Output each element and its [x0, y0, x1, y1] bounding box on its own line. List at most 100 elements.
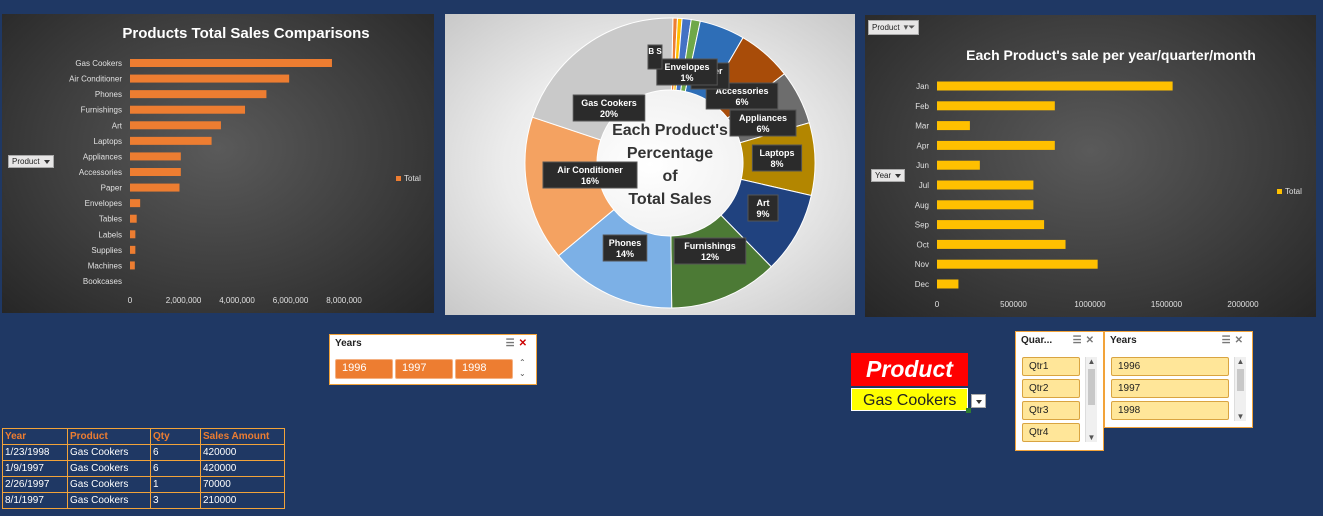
slicer-item-1997[interactable]: 1997	[1111, 379, 1229, 398]
quarters-scrollbar[interactable]: ▲ ▼	[1085, 357, 1097, 442]
multi-select-icon[interactable]: ☰	[506, 338, 519, 349]
slicer-item-1996[interactable]: 1996	[1111, 357, 1229, 376]
cell-product[interactable]: Gas Cookers	[67, 460, 151, 477]
category-label: Apr	[917, 141, 930, 150]
category-label: Supplies	[91, 246, 122, 255]
sales-data-table: Year Product Qty Sales Amount 1/23/1998 …	[2, 428, 285, 509]
data-label-name: Envelopes	[664, 62, 709, 72]
bar	[130, 90, 267, 99]
product-filter-button[interactable]: Product ▾⏷	[868, 20, 920, 35]
cell-qty[interactable]: 6	[150, 460, 201, 477]
cell-product[interactable]: Gas Cookers	[67, 476, 151, 493]
category-label: Bookcases	[83, 277, 122, 286]
multi-select-icon[interactable]: ☰	[1222, 335, 1235, 346]
years-scrollbar[interactable]: ▲ ▼	[1234, 357, 1246, 421]
slicer-item-1996[interactable]: 1996	[335, 359, 393, 379]
product-dropdown-button[interactable]	[971, 394, 986, 408]
product-heading: Product	[851, 353, 968, 386]
category-label: Gas Cookers	[75, 59, 122, 68]
legend-swatch	[396, 176, 401, 181]
slicer-item-1997[interactable]: 1997	[395, 359, 453, 379]
slicer-item-qtr4[interactable]: Qtr4	[1022, 423, 1080, 442]
x-tick-label: 0	[935, 300, 940, 309]
category-label: Envelopes	[85, 199, 122, 208]
multi-select-icon[interactable]: ☰	[1073, 335, 1086, 346]
category-label: Nov	[915, 260, 929, 269]
product-total-sales-chart: Products Total Sales Comparisons Gas Cook…	[2, 14, 434, 313]
scroll-thumb[interactable]	[1237, 369, 1244, 391]
slicer-item-qtr1[interactable]: Qtr1	[1022, 357, 1080, 376]
slicer-item-qtr2[interactable]: Qtr2	[1022, 379, 1080, 398]
donut-center-title: Total Sales	[628, 191, 711, 208]
category-label: Furnishings	[81, 106, 122, 115]
bar	[130, 74, 290, 83]
product-select-value[interactable]: Gas Cookers	[851, 388, 968, 411]
years-slicer-title: Years	[335, 338, 362, 349]
x-tick-label: 6,000,000	[273, 296, 309, 305]
x-tick-label: 8,000,000	[326, 296, 362, 305]
bar	[130, 230, 136, 239]
data-label-percent: 1%	[680, 73, 693, 83]
x-tick-label: 500000	[1000, 300, 1027, 309]
data-label-percent: 20%	[600, 109, 618, 119]
category-label: Phones	[95, 90, 122, 99]
cell-year[interactable]: 1/23/1998	[2, 444, 68, 461]
product-field-button[interactable]: Product	[8, 155, 54, 168]
bar	[937, 101, 1055, 111]
chevron-down-icon	[43, 159, 50, 164]
cell-qty[interactable]: 1	[150, 476, 201, 493]
data-label-percent: 16%	[581, 176, 599, 186]
filter-icon: ▾⏷	[903, 22, 916, 32]
cell-amount[interactable]: 210000	[200, 492, 285, 509]
slicer-scroll-arrows[interactable]: ⌃ ⌄	[519, 357, 526, 379]
clear-filter-icon[interactable]: ✕	[519, 338, 531, 349]
data-label-name: Furnishings	[684, 241, 736, 251]
slicer-item-1998[interactable]: 1998	[455, 359, 513, 379]
data-label-percent: 14%	[616, 249, 634, 259]
cell-year[interactable]: 1/9/1997	[2, 460, 68, 477]
bar	[937, 160, 980, 170]
cell-year[interactable]: 8/1/1997	[2, 492, 68, 509]
clear-filter-icon[interactable]: ✕	[1086, 335, 1098, 346]
quarters-slicer-header: Quar... ☰✕	[1016, 332, 1103, 349]
scroll-thumb[interactable]	[1088, 369, 1095, 405]
cell-qty[interactable]: 3	[150, 492, 201, 509]
years-slicer: Years ☰✕ 1996 1997 1998 ⌃ ⌄	[329, 334, 537, 385]
donut-center-title: Percentage	[627, 145, 713, 162]
bar	[130, 59, 332, 67]
scroll-up-arrow[interactable]: ▲	[1235, 357, 1246, 366]
cell-amount[interactable]: 420000	[200, 460, 285, 477]
cell-qty[interactable]: 6	[150, 444, 201, 461]
scroll-down-arrow[interactable]: ▼	[1086, 433, 1097, 442]
header-product[interactable]: Product	[67, 428, 151, 445]
chevron-down-icon	[895, 173, 902, 178]
bar	[937, 279, 959, 289]
scroll-up-arrow[interactable]: ▲	[1086, 357, 1097, 366]
slicer-item-qtr3[interactable]: Qtr3	[1022, 401, 1080, 420]
bar	[130, 245, 136, 254]
header-year[interactable]: Year	[2, 428, 68, 445]
quarters-slicer: Quar... ☰✕ Qtr1 Qtr2 Qtr3 Qtr4 ▲ ▼	[1015, 331, 1104, 451]
year-field-button[interactable]: Year	[871, 169, 906, 182]
data-label-percent: 12%	[701, 252, 719, 262]
sales-per-period-svg: Each Product's sale per year/quarter/mon…	[915, 47, 1302, 309]
category-label: Jan	[916, 82, 929, 91]
cell-year[interactable]: 2/26/1997	[2, 476, 68, 493]
data-label-name: Gas Cookers	[581, 98, 637, 108]
cell-product[interactable]: Gas Cookers	[67, 492, 151, 509]
cell-product[interactable]: Gas Cookers	[67, 444, 151, 461]
cell-fill-handle[interactable]	[966, 408, 971, 413]
data-label-name: Appliances	[739, 113, 787, 123]
data-label-name: Air Conditioner	[557, 165, 623, 175]
product-filter-label: Product	[872, 23, 900, 32]
header-qty[interactable]: Qty	[150, 428, 201, 445]
slicer-item-1998[interactable]: 1998	[1111, 401, 1229, 420]
clear-filter-icon[interactable]: ✕	[1235, 335, 1247, 346]
donut-svg: Each Product's Percentage of Total Sales Gas…	[524, 17, 816, 309]
scroll-down-arrow[interactable]: ▼	[1235, 412, 1246, 421]
header-sales-amount[interactable]: Sales Amount	[200, 428, 285, 445]
category-label: Tables	[99, 215, 122, 224]
cell-amount[interactable]: 70000	[200, 476, 285, 493]
years-slicer-right-header: Years ☰✕	[1105, 332, 1252, 349]
cell-amount[interactable]: 420000	[200, 444, 285, 461]
